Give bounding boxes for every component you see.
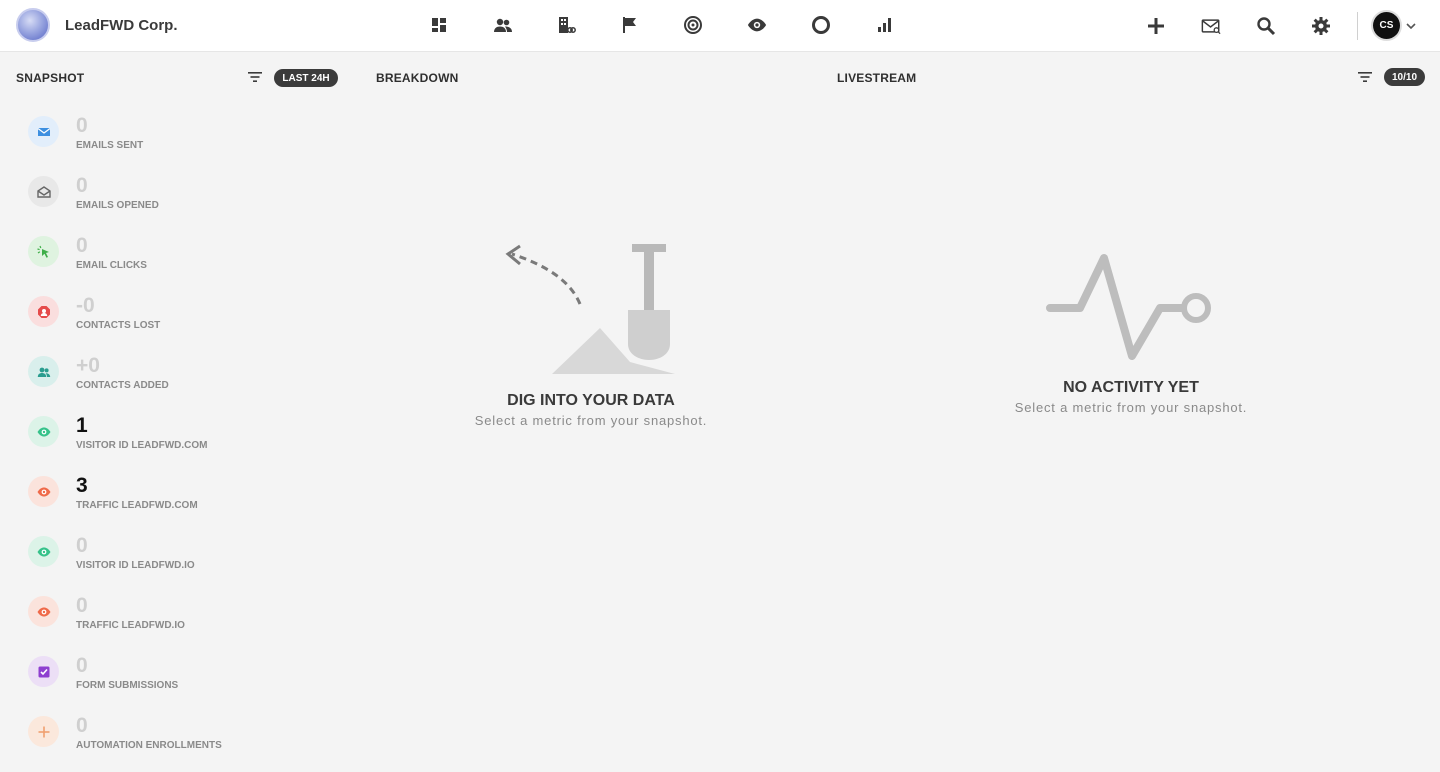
snapshot-item[interactable]: 1 VISITOR ID LEADFWD.COM <box>28 412 348 472</box>
visitors-eye-icon[interactable] <box>742 10 772 40</box>
snapshot-item-label: CONTACTS ADDED <box>76 380 169 391</box>
snapshot-item-label: AUTOMATION ENROLLMENTS <box>76 740 222 751</box>
snapshot-item-value: 0 <box>76 234 88 257</box>
activity-pulse-illustration <box>1046 254 1211 360</box>
search-icon[interactable] <box>1250 10 1282 42</box>
snapshot-item-label: EMAILS OPENED <box>76 200 159 211</box>
snapshot-item-label: EMAIL CLICKS <box>76 260 147 271</box>
dashboard-icon[interactable] <box>424 10 454 40</box>
eye-icon <box>28 596 59 627</box>
dig-shovel-illustration <box>505 244 675 374</box>
top-bar: LeadFWD Corp. CS <box>0 0 1440 52</box>
snapshot-item-label: EMAILS SENT <box>76 140 144 151</box>
snapshot-item[interactable]: 0 VISITOR ID LEADFWD.IO <box>28 532 348 592</box>
snapshot-item[interactable]: 0 TRAFFIC LEADFWD.IO <box>28 592 348 652</box>
snapshot-item[interactable]: 0 EMAIL CLICKS <box>28 232 348 292</box>
snapshot-item-value: 0 <box>76 534 88 557</box>
snapshot-item[interactable]: -0 CONTACTS LOST <box>28 292 348 352</box>
snapshot-item[interactable]: 0 AUTOMATION ENROLLMENTS <box>28 712 348 772</box>
snapshot-item-label: VISITOR ID LEADFWD.IO <box>76 560 195 571</box>
snapshot-item-label: VISITOR ID LEADFWD.COM <box>76 440 208 451</box>
snapshot-item-value: 0 <box>76 114 88 137</box>
snapshot-item-label: TRAFFIC LEADFWD.IO <box>76 620 185 631</box>
livestream-empty-title: NO ACTIVITY YET <box>1063 379 1199 396</box>
snapshot-item-label: CONTACTS LOST <box>76 320 161 331</box>
companies-icon[interactable] <box>551 10 581 40</box>
chevron-down-icon[interactable] <box>1405 20 1417 32</box>
snapshot-item-value: 1 <box>76 414 88 437</box>
snapshot-item-label: FORM SUBMISSIONS <box>76 680 179 691</box>
email-open-icon <box>28 176 59 207</box>
company-logo[interactable] <box>16 8 50 42</box>
add-icon[interactable] <box>1140 10 1172 42</box>
settings-gear-icon[interactable] <box>1305 10 1337 42</box>
snapshot-item-value: +0 <box>76 354 100 377</box>
brand[interactable]: LeadFWD Corp. <box>16 8 178 42</box>
eye-icon <box>28 476 59 507</box>
snapshot-item[interactable]: +0 CONTACTS ADDED <box>28 352 348 412</box>
snapshot-item-value: 0 <box>76 714 88 737</box>
user-avatar[interactable]: CS <box>1373 12 1400 39</box>
breakdown-empty-subtitle: Select a metric from your snapshot. <box>474 413 708 428</box>
company-name: LeadFWD Corp. <box>65 16 178 34</box>
livestream-filter-icon[interactable] <box>1358 71 1372 83</box>
snapshot-list: 0 EMAILS SENT 0 EMAILS OPENED 0 EMAIL CLICKS -… <box>28 112 348 772</box>
breakdown-empty-title: DIG INTO YOUR DATA <box>507 392 675 409</box>
cursor-click-icon <box>28 236 59 267</box>
snapshot-item-label: TRAFFIC LEADFWD.COM <box>76 500 198 511</box>
reports-bar-icon[interactable] <box>869 10 899 40</box>
email-icon <box>28 116 59 147</box>
livestream-count-pill[interactable]: 10/10 <box>1384 68 1425 86</box>
circle-icon[interactable] <box>806 10 836 40</box>
main-nav <box>424 10 933 40</box>
campaigns-flag-icon[interactable] <box>615 10 645 40</box>
snapshot-range-pill[interactable]: LAST 24H <box>274 69 338 87</box>
eye-icon <box>28 536 59 567</box>
email-icon[interactable] <box>1195 10 1227 42</box>
snapshot-item[interactable]: 3 TRAFFIC LEADFWD.COM <box>28 472 348 532</box>
contact-lost-icon <box>28 296 59 327</box>
snapshot-item-value: -0 <box>76 294 95 317</box>
snapshot-item-value: 0 <box>76 174 88 197</box>
snapshot-filter-icon[interactable] <box>248 71 262 83</box>
livestream-empty-subtitle: Select a metric from your snapshot. <box>1014 400 1248 415</box>
snapshot-item[interactable]: 0 EMAILS OPENED <box>28 172 348 232</box>
snapshot-item-value: 3 <box>76 474 88 497</box>
header-actions <box>1140 10 1360 42</box>
contacts-icon[interactable] <box>488 10 518 40</box>
snapshot-item[interactable]: 0 FORM SUBMISSIONS <box>28 652 348 712</box>
checkbox-icon <box>28 656 59 687</box>
snapshot-title: SNAPSHOT <box>16 71 85 85</box>
header-divider <box>1357 12 1358 40</box>
livestream-title: LIVESTREAM <box>837 71 917 85</box>
plus-icon <box>28 716 59 747</box>
snapshot-item[interactable]: 0 EMAILS SENT <box>28 112 348 172</box>
eye-icon <box>28 416 59 447</box>
target-icon[interactable] <box>678 10 708 40</box>
breakdown-title: BREAKDOWN <box>376 71 459 85</box>
snapshot-item-value: 0 <box>76 594 88 617</box>
contacts-icon <box>28 356 59 387</box>
snapshot-item-value: 0 <box>76 654 88 677</box>
